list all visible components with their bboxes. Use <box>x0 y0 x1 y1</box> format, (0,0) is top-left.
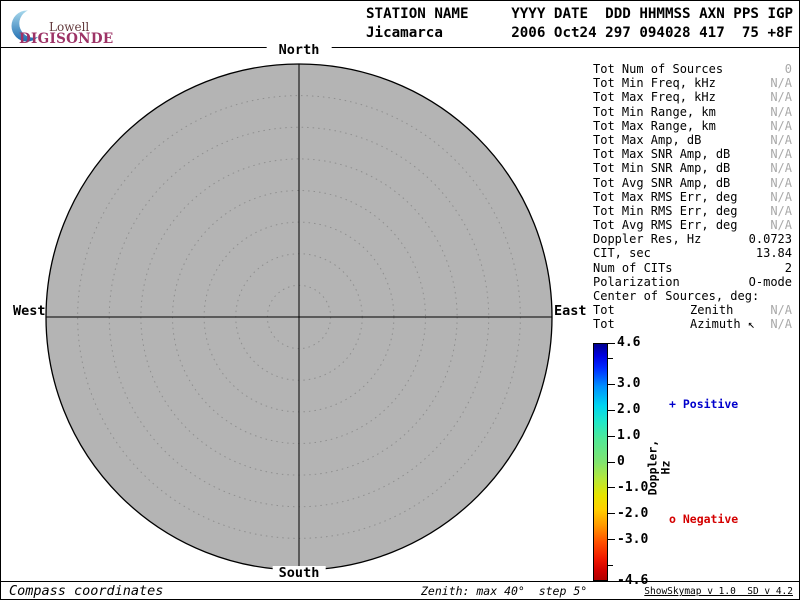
stat-label: Tot <box>593 317 615 331</box>
stat-value: N/A <box>770 176 792 190</box>
stat-value: N/A <box>770 119 792 133</box>
stat-mid-label: Azimuth ↖ <box>690 317 755 331</box>
stat-label: Tot Num of Sources <box>593 62 723 76</box>
stat-label: Polarization <box>593 275 680 289</box>
legend-negative: o Negative <box>669 512 738 526</box>
colorbar-tick-label: 2.0 <box>617 403 640 417</box>
stat-value: 13.84 <box>756 246 792 260</box>
colorbar-tick <box>608 436 615 437</box>
legend-positive: + Positive <box>669 397 738 411</box>
doppler-colorbar <box>593 343 608 581</box>
stat-label: Tot Avg SNR Amp, dB <box>593 176 730 190</box>
stat-row: Tot Avg SNR Amp, dB N/A <box>593 176 792 190</box>
stat-value: N/A <box>770 204 792 218</box>
stat-label: Num of CITs <box>593 261 672 275</box>
stat-label: Tot Min RMS Err, deg <box>593 204 738 218</box>
colorbar-tick-label: 1.0 <box>617 429 640 443</box>
stat-row: CIT, sec 13.84 <box>593 246 792 260</box>
colorbar-title: Doppler, Hz <box>647 434 660 502</box>
stat-label: Tot Min SNR Amp, dB <box>593 161 730 175</box>
stat-value: N/A <box>770 90 792 104</box>
stat-label: Tot <box>593 303 615 317</box>
stat-value: N/A <box>770 303 792 317</box>
stat-value: N/A <box>770 161 792 175</box>
stat-value: 0.0723 <box>749 232 792 246</box>
stat-label: Tot Max Freq, kHz <box>593 90 716 104</box>
stat-value: N/A <box>770 105 792 119</box>
stat-row: Tot Min SNR Amp, dB N/A <box>593 161 792 175</box>
stat-value: N/A <box>770 218 792 232</box>
stat-row: Tot Max SNR Amp, dB N/A <box>593 147 792 161</box>
stat-value: N/A <box>770 190 792 204</box>
stat-row: Tot Min RMS Err, deg N/A <box>593 204 792 218</box>
stat-row: Tot Zenith N/A <box>593 303 792 317</box>
stat-label: Tot Min Freq, kHz <box>593 76 716 90</box>
stat-row: Polarization O-mode <box>593 275 792 289</box>
colorbar-tick <box>608 343 615 344</box>
compass-label-south: South <box>273 566 326 580</box>
compass-label-east: East <box>554 303 587 319</box>
stat-label: Tot Avg RMS Err, deg <box>593 218 738 232</box>
stat-row: Tot Max RMS Err, deg N/A <box>593 190 792 204</box>
stat-value: N/A <box>770 76 792 90</box>
compass-label-west: West <box>13 303 46 319</box>
stat-value: N/A <box>770 133 792 147</box>
colorbar-tick <box>608 565 613 566</box>
colorbar-tick-label: -2.0 <box>617 507 648 521</box>
colorbar-tick-label: -3.0 <box>617 533 648 547</box>
stat-value: O-mode <box>749 275 792 289</box>
colorbar-tick <box>608 462 615 463</box>
stats-panel: Tot Num of Sources0Tot Min Freq, kHzN/AT… <box>593 62 792 332</box>
stat-row: Tot Min Freq, kHz N/A <box>593 76 792 90</box>
header-divider <box>1 47 800 48</box>
colorbar-tick <box>608 539 615 540</box>
stat-row: Center of Sources, deg: <box>593 289 792 303</box>
colorbar-tick <box>608 384 615 385</box>
stat-row: Tot Min Range, km N/A <box>593 105 792 119</box>
stat-row: Tot Max Range, km N/A <box>593 119 792 133</box>
stat-value: N/A <box>770 147 792 161</box>
stat-label: Tot Max RMS Err, deg <box>593 190 738 204</box>
showskymap-window: Lowell DIGISONDE STATION NAME YYYY DATE … <box>0 0 800 600</box>
compass-label-north: North <box>267 43 332 58</box>
stat-row: Tot Avg RMS Err, deg N/A <box>593 218 792 232</box>
colorbar-tick <box>608 487 615 488</box>
version-info: ShowSkymap v 1.0 SD v 4.2 <box>644 586 793 597</box>
stat-value: N/A <box>770 317 792 331</box>
stat-label: Doppler Res, Hz <box>593 232 701 246</box>
coordinate-system-note: Compass coordinates <box>9 583 163 599</box>
zenith-range-note: Zenith: max 40° step 5° <box>421 584 587 598</box>
stat-label: Tot Min Range, km <box>593 105 716 119</box>
colorbar-tick-label: 4.6 <box>617 336 640 350</box>
stat-label: Tot Max SNR Amp, dB <box>593 147 730 161</box>
stat-label: CIT, sec <box>593 246 651 260</box>
stat-label: Center of Sources, deg: <box>593 289 759 303</box>
stat-row: Doppler Res, Hz 0.0723 <box>593 232 792 246</box>
stat-mid-label: Zenith <box>690 303 733 317</box>
stat-value: 2 <box>785 261 792 275</box>
stat-row: Tot Max Amp, dB N/A <box>593 133 792 147</box>
stat-value: 0 <box>785 62 792 76</box>
footer-divider <box>1 581 800 582</box>
colorbar-tick <box>608 358 613 359</box>
colorbar-tick <box>608 410 615 411</box>
stat-label: Tot Max Range, km <box>593 119 716 133</box>
colorbar-tick <box>608 581 615 582</box>
stat-row: Num of CITs 2 <box>593 261 792 275</box>
colorbar-tick-label: -1.0 <box>617 481 648 495</box>
stat-row: Tot Azimuth ↖ N/A <box>593 317 792 331</box>
colorbar-tick-label: 0 <box>617 455 625 469</box>
stat-row: Tot Max Freq, kHz N/A <box>593 90 792 104</box>
stat-row: Tot Num of Sources 0 <box>593 62 792 76</box>
colorbar-tick-label: 3.0 <box>617 377 640 391</box>
colorbar-tick <box>608 513 615 514</box>
stat-label: Tot Max Amp, dB <box>593 133 701 147</box>
